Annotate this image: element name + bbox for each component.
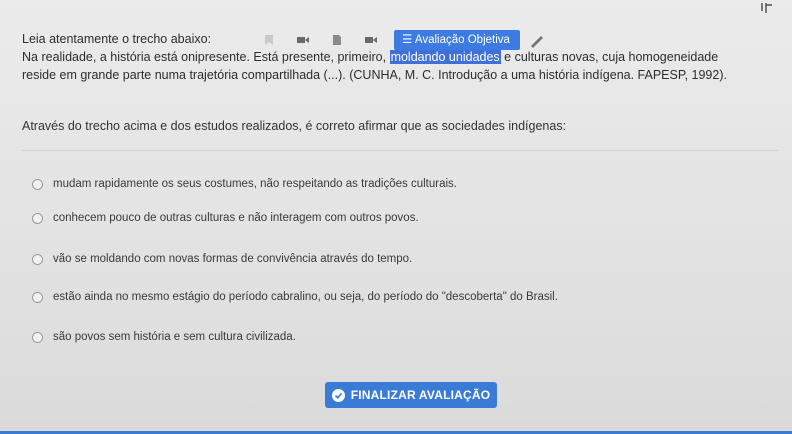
option-label: conhecem pouco de outras culturas e não … xyxy=(53,212,419,224)
highlighted-text: moldando unidades xyxy=(389,50,501,64)
divider xyxy=(22,150,778,151)
radio-button[interactable] xyxy=(32,253,43,265)
option-a[interactable]: mudam rapidamente os seus costumes, não … xyxy=(32,178,457,190)
finish-evaluation-button[interactable]: FINALIZAR AVALIAÇÃO xyxy=(325,382,497,408)
video-button[interactable] xyxy=(292,31,314,49)
list-icon: ☰ xyxy=(402,34,415,46)
option-label: vão se moldando com novas formas de conv… xyxy=(53,253,413,265)
document-button[interactable] xyxy=(326,31,348,49)
finish-label: FINALIZAR AVALIAÇÃO xyxy=(350,388,491,402)
option-b[interactable]: conhecem pouco de outras culturas e não … xyxy=(32,212,419,224)
video-icon xyxy=(297,37,309,43)
check-icon xyxy=(331,388,345,402)
window-corner-icon xyxy=(760,0,774,13)
question-line-2-end: e culturas novas, cuja homogeneidade xyxy=(500,50,719,64)
radio-button[interactable] xyxy=(32,212,43,224)
document-icon xyxy=(333,35,341,45)
option-label: são povos sem história e sem cultura civ… xyxy=(53,331,296,343)
bookmark-button[interactable] xyxy=(258,31,280,49)
option-e[interactable]: são povos sem história e sem cultura civ… xyxy=(32,331,296,343)
option-label: estão ainda no mesmo estágio do período … xyxy=(53,291,558,303)
objective-eval-button[interactable]: ☰ Avaliação Objetiva xyxy=(394,30,520,50)
question-line-2-start: Na realidade, a história está onipresent… xyxy=(22,50,390,64)
video-button-2[interactable] xyxy=(360,31,382,49)
option-label: mudam rapidamente os seus costumes, não … xyxy=(53,178,457,190)
option-d[interactable]: estão ainda no mesmo estágio do período … xyxy=(32,291,558,303)
radio-button[interactable] xyxy=(32,291,43,303)
option-c[interactable]: vão se moldando com novas formas de conv… xyxy=(32,253,412,265)
radio-button[interactable] xyxy=(32,331,43,343)
objective-eval-label: Avaliação Objetiva xyxy=(414,34,510,46)
pen-button[interactable] xyxy=(528,31,546,49)
question-line-3: reside em grande parte numa trajetória c… xyxy=(22,68,727,82)
video-icon xyxy=(365,37,377,43)
bookmark-icon xyxy=(265,35,273,45)
radio-button[interactable] xyxy=(32,178,43,190)
pen-icon xyxy=(530,36,543,48)
selection-toolbar: ☰ Avaliação Objetiva xyxy=(258,30,546,50)
question-prompt: Através do trecho acima e dos estudos re… xyxy=(22,119,567,133)
question-line-2: Na realidade, a história está onipresent… xyxy=(22,48,782,66)
